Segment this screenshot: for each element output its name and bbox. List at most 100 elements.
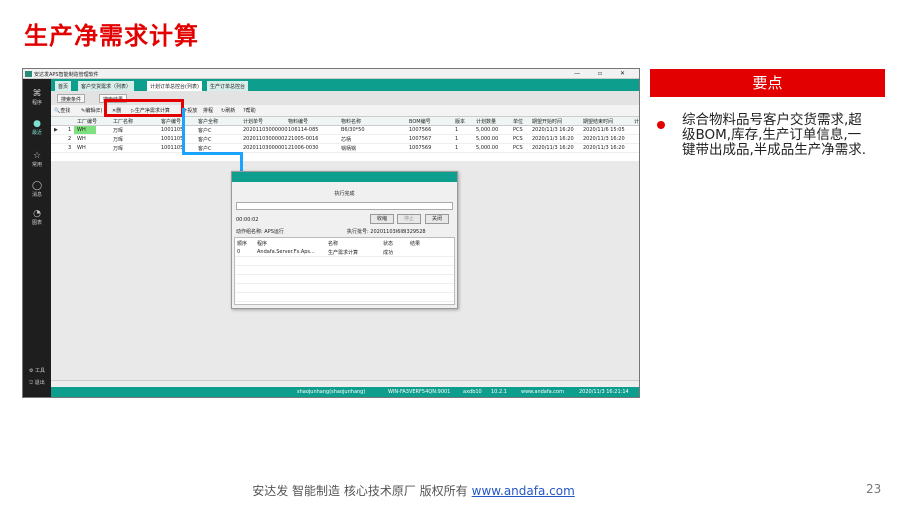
edit-button[interactable]: ✎编辑(E): [81, 107, 102, 114]
table-cell: 5,000.00: [476, 127, 499, 133]
window-title: 安达发APS智能制造管理软件: [34, 72, 99, 78]
slide: { "slide": { "title": "生产净需求计算", "page_n…: [0, 0, 907, 509]
help-button[interactable]: ?帮助: [243, 107, 256, 114]
connector-line: [182, 152, 242, 155]
tab-home[interactable]: 首页: [55, 81, 72, 91]
log-row-divider: [235, 274, 454, 275]
log-column-header: 状态: [383, 241, 394, 247]
table-cell: 20201103000002: [243, 136, 288, 142]
table-cell: 2020/11/3 16:20: [583, 136, 625, 142]
log-row-divider: [235, 256, 454, 257]
close-button[interactable]: 关闭: [425, 214, 449, 224]
subtab-search-conditions[interactable]: 搜索条件: [57, 94, 86, 103]
table-cell: 1007569: [409, 145, 432, 151]
status-server: WIN-FA3VERF54QN:9001: [388, 389, 451, 395]
column-header[interactable]: 期望开始时间: [532, 118, 562, 125]
slide-title: 生产净需求计算: [24, 22, 199, 50]
column-header[interactable]: 计: [634, 118, 639, 125]
column-header[interactable]: 期望结束时间: [583, 118, 613, 125]
tab-plan-order-console[interactable]: 计划订单总控台(列表): [147, 81, 202, 91]
execution-dialog: 执行完成 00:00:02 收缩 停止 关闭 动作组名称: APS运行 执行批号…: [231, 171, 458, 309]
column-header[interactable]: 工厂编号: [77, 118, 97, 125]
column-header[interactable]: 物料编号: [288, 118, 308, 125]
column-header[interactable]: 客户全称: [198, 118, 218, 125]
column-header[interactable]: BOM编号: [409, 118, 431, 125]
table-cell: B6/30*50: [341, 127, 365, 133]
table-cell: 1001105: [161, 136, 184, 142]
table-row[interactable]: 3 WH 万晖 1001105 客户C 20201103000001 21006-0030 锅…: [51, 144, 639, 153]
column-header[interactable]: 计划单号: [243, 118, 263, 125]
sidebar-item-favorites[interactable]: ☆ 常用: [23, 151, 51, 168]
stop-button[interactable]: 停止: [397, 214, 421, 224]
clock-icon: ●: [33, 119, 41, 129]
footer-link[interactable]: www.andafa.com: [472, 484, 575, 498]
sidebar-item-exit[interactable]: ⎋ 退出: [23, 379, 51, 386]
table-cell: WH: [77, 145, 86, 151]
column-header[interactable]: 单位: [513, 118, 523, 125]
grid-icon: ⌘: [32, 89, 42, 99]
table-cell: 锅柄锅: [341, 146, 357, 152]
table-row[interactable]: ▶ 1 WH 万晖 1001105 客户C 20201103000000 106114-085…: [51, 126, 639, 135]
table-cell: 1: [455, 136, 459, 142]
execution-batch: 执行批号: 20201103I6I8I329528: [347, 229, 426, 235]
table-cell: 2020/11/3 16:20: [532, 127, 574, 133]
status-user: shaojunhang(shaojunhang): [297, 389, 366, 395]
status-bar: shaojunhang(shaojunhang) WIN-FA3VERF54QN…: [51, 387, 639, 397]
sidebar-item-programs[interactable]: ⌘ 程序: [23, 89, 51, 106]
table-cell: 2020/11/3 16:20: [532, 136, 574, 142]
row-index: 2: [68, 136, 72, 142]
log-cell: 生产需求计算: [328, 250, 359, 256]
sidebar-item-messages[interactable]: ◯ 消息: [23, 181, 51, 198]
column-header[interactable]: 物料名称: [341, 118, 361, 125]
release-button[interactable]: ⟳投放: [183, 107, 197, 114]
log-row-divider: [235, 283, 454, 284]
table-cell: 106114-085: [288, 127, 319, 133]
table-cell: 2020/11/6 15:05: [583, 127, 625, 133]
column-header[interactable]: 工厂名称: [113, 118, 133, 125]
window-controls[interactable]: — ▫ ✕: [574, 70, 633, 77]
log-column-header: 顺序: [237, 241, 248, 247]
elapsed-time: 00:00:02: [236, 217, 259, 223]
column-header[interactable]: 客户编号: [161, 118, 181, 125]
table-cell: PCS: [513, 136, 523, 142]
row-index: 3: [68, 145, 72, 151]
table-cell: 客户C: [198, 137, 212, 143]
column-header[interactable]: 计划数量: [476, 118, 496, 125]
collapse-button[interactable]: 收缩: [370, 214, 394, 224]
connector-line: [182, 108, 185, 154]
sidebar-item-charts[interactable]: ◔ 图表: [23, 209, 51, 226]
sidebar-item-recent[interactable]: ● 最近: [23, 119, 51, 136]
column-header[interactable]: 版本: [455, 118, 465, 125]
log-cell: Andafa.Server.Fs.Aps...: [257, 249, 315, 255]
chart-icon: ◔: [33, 209, 41, 219]
horizontal-scrollbar[interactable]: [51, 380, 639, 387]
action-group-name: 动作组名称: APS运行: [236, 229, 284, 235]
row-pointer-icon: ▶: [54, 127, 58, 133]
sidebar: ⌘ 程序 ● 最近 ☆ 常用 ◯ 消息 ◔ 图表 ⚙ 工具 ⎋ 退出: [23, 79, 51, 397]
table-cell: 20201103000000: [243, 127, 288, 133]
tab-bar: 首页 客户交货需求（列表） 计划订单总控台(列表) 生产订单总控台: [51, 79, 639, 91]
table-cell: 1007567: [409, 136, 432, 142]
row-index: 1: [68, 127, 72, 133]
execution-log-table: 顺序 程序 名称 状态 结果 0 Andafa.Server.Fs.Aps... 生产需求计算…: [234, 237, 455, 305]
dialog-title: 执行完成: [334, 191, 355, 197]
tab-customer-demand[interactable]: 客户交货需求（列表）: [78, 81, 135, 91]
schedule-button[interactable]: 排程: [203, 107, 213, 114]
refresh-button[interactable]: ↻刷新: [221, 107, 235, 114]
table-cell: 20201103000001: [243, 145, 288, 151]
find-button[interactable]: 🔍查找: [54, 107, 70, 114]
table-cell: 芯柄: [341, 137, 352, 143]
table-cell: 5,000.00: [476, 136, 499, 142]
table-cell: WH: [77, 127, 86, 133]
table-row[interactable]: 2 WH 万晖 1001105 客户C 20201103000002 21005-0016 芯…: [51, 135, 639, 144]
table-cell: WH: [77, 136, 86, 142]
tab-production-order-console[interactable]: 生产订单总控台: [207, 81, 249, 91]
sidebar-item-tools[interactable]: ⚙ 工具: [23, 367, 51, 374]
table-cell: 万晖: [113, 146, 124, 152]
log-column-header: 程序: [257, 241, 268, 247]
status-site: www.andafa.com: [521, 389, 564, 395]
table-cell: 2020/11/3 16:20: [532, 145, 574, 151]
status-time: 2020/11/3 16:21:14: [579, 389, 629, 395]
connector-line: [240, 152, 243, 172]
table-cell: 1: [455, 127, 459, 133]
